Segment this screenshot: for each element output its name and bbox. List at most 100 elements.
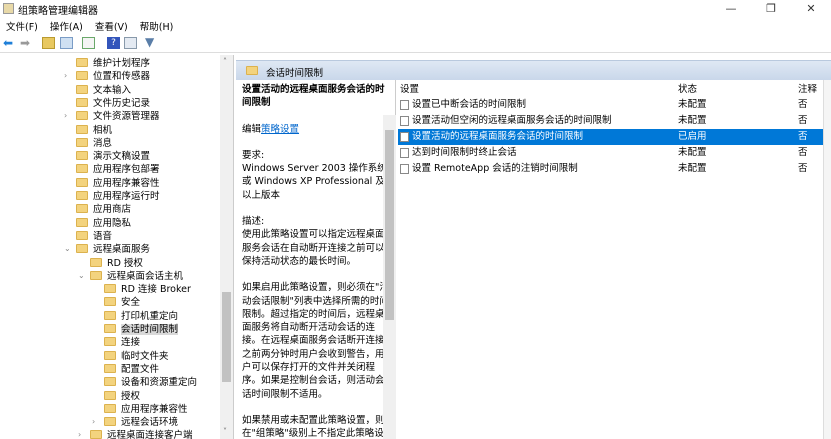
app-icon	[3, 3, 14, 14]
tree-item[interactable]: 文件历史记录	[76, 97, 150, 110]
table-row[interactable]: 设置活动的远程桌面服务会话的时间限制 已启用 否	[398, 129, 825, 145]
setting-comment: 否	[798, 115, 808, 126]
tree-item[interactable]: 设备和资源重定向	[104, 376, 197, 389]
minimize-button[interactable]: —	[711, 0, 751, 17]
tree-item[interactable]: 相机	[76, 124, 112, 137]
scroll-up-icon[interactable]: ˄	[223, 57, 227, 66]
tree-item[interactable]: 演示文稿设置	[76, 150, 150, 163]
folder-icon	[76, 58, 88, 67]
tree-scrollbar-thumb[interactable]	[222, 292, 231, 382]
tree-item[interactable]: 授权	[104, 390, 140, 403]
up-folder-icon[interactable]	[42, 37, 55, 49]
tree-item-label: 设备和资源重定向	[121, 377, 198, 389]
tree-item-label: 打印机重定向	[121, 310, 179, 322]
tree-item[interactable]: 位置和传感器	[76, 70, 150, 83]
tree-item-label: 应用程序包部署	[93, 164, 160, 176]
menu-help[interactable]: 帮助(H)	[134, 17, 180, 35]
export-list-icon[interactable]	[82, 37, 95, 49]
tree-item[interactable]: 应用程序兼容性	[76, 177, 160, 190]
folder-icon	[90, 430, 102, 439]
tree-item[interactable]: 应用隐私	[76, 217, 131, 230]
scroll-down-icon[interactable]: ˅	[223, 427, 227, 436]
table-row[interactable]: 达到时间限制时终止会话 未配置 否	[398, 145, 825, 161]
table-row[interactable]: 设置 RemoteApp 会话的注销时间限制 未配置 否	[398, 161, 825, 177]
folder-icon	[104, 337, 116, 347]
tree-item-label: 应用程序兼容性	[121, 403, 188, 415]
forward-icon[interactable]: ➡	[20, 36, 30, 50]
menu-view[interactable]: 查看(V)	[89, 17, 134, 35]
expand-icon[interactable]: ›	[92, 417, 95, 426]
expand-icon[interactable]: ⌄	[64, 244, 71, 253]
folder-icon	[76, 244, 88, 254]
tree-item[interactable]: 文件资源管理器	[76, 110, 160, 123]
tree-item[interactable]: 应用程序包部署	[76, 163, 160, 176]
tree-item[interactable]: 远程桌面服务	[76, 243, 150, 256]
tree-item[interactable]: 应用商店	[76, 203, 131, 216]
folder-icon	[104, 284, 116, 294]
column-comment[interactable]: 注释	[798, 82, 817, 98]
folder-icon	[76, 204, 88, 214]
tree-item[interactable]: 维护计划程序	[76, 57, 150, 70]
tree-item[interactable]: 打印机重定向	[104, 310, 178, 323]
expand-icon[interactable]: ⌄	[78, 271, 85, 280]
expand-icon[interactable]: ›	[64, 111, 67, 120]
tree-item[interactable]: 语音	[76, 230, 112, 243]
close-button[interactable]: ✕	[791, 0, 831, 17]
tree-item-label: 文件资源管理器	[93, 111, 160, 123]
folder-icon	[104, 403, 116, 413]
show-hide-tree-icon[interactable]	[60, 37, 73, 49]
tree-item[interactable]: 远程桌面连接客户端	[90, 429, 193, 439]
tree-item[interactable]: 配置文件	[104, 363, 159, 376]
tree-item[interactable]: 临时文件夹	[104, 350, 169, 363]
folder-icon	[104, 417, 116, 427]
details-header: 会话时间限制	[236, 60, 831, 80]
list-header: 设置 状态 注释	[398, 82, 825, 98]
tree-item[interactable]: 安全	[104, 296, 140, 309]
expand-icon[interactable]: ›	[64, 71, 67, 80]
filter-icon[interactable]: ▼	[145, 35, 154, 49]
folder-icon	[246, 66, 258, 75]
list-scrollbar[interactable]	[823, 80, 831, 439]
expand-icon[interactable]: ›	[78, 430, 81, 439]
folder-icon	[104, 363, 116, 373]
tree-item[interactable]: RD 授权	[90, 257, 143, 270]
policy-setting-icon	[400, 148, 409, 158]
tree-item[interactable]: 应用程序兼容性	[104, 403, 188, 416]
tree-item-label: 应用程序运行时	[93, 191, 160, 202]
menu-file[interactable]: 文件(F)	[0, 17, 44, 35]
tree-item-label: 消息	[93, 137, 113, 149]
help-icon[interactable]: ?	[107, 37, 120, 49]
tree-item-label: 演示文稿设置	[93, 151, 151, 163]
tree-item[interactable]: 连接	[104, 336, 140, 349]
tree-item[interactable]: 消息	[76, 137, 112, 150]
table-row[interactable]: 设置已中断会话的时间限制 未配置 否	[398, 97, 825, 113]
folder-icon	[76, 71, 88, 81]
folder-icon	[76, 191, 88, 200]
back-icon[interactable]: ⬅	[3, 36, 13, 50]
menu-action[interactable]: 操作(A)	[44, 17, 89, 35]
tree-item[interactable]: 远程会话环境	[104, 416, 178, 429]
folder-icon	[76, 84, 88, 94]
edit-policy-link[interactable]: 策略设置	[261, 124, 299, 135]
column-setting[interactable]: 设置	[400, 82, 419, 98]
description-pane: 设置活动的远程桌面服务会话的时间限制 编辑策略设置 要求: Windows Ser…	[236, 80, 396, 439]
tree-item[interactable]: 会话时间限制	[104, 323, 179, 336]
tree-item[interactable]: 应用程序运行时	[76, 190, 160, 203]
folder-icon	[104, 377, 116, 387]
column-state[interactable]: 状态	[678, 82, 697, 98]
tree-item-label: 授权	[121, 390, 141, 402]
maximize-button[interactable]: ❐	[751, 0, 791, 17]
tree-item-label: 维护计划程序	[93, 58, 151, 69]
tree-item[interactable]: 文本输入	[76, 84, 131, 97]
folder-icon	[104, 310, 116, 320]
description-text: 使用此策略设置可以指定远程桌面服务会话在自动断开连接之前可以保持活动状态的最长时…	[242, 229, 385, 267]
tree-item-label: 远程会话环境	[121, 417, 179, 429]
properties-icon[interactable]	[124, 37, 137, 49]
description-scrollbar-thumb[interactable]	[385, 130, 394, 320]
folder-icon	[104, 350, 116, 360]
table-row[interactable]: 设置活动但空闲的远程桌面服务会话的时间限制 未配置 否	[398, 113, 825, 129]
setting-state: 已启用	[678, 131, 707, 142]
tree-item[interactable]: RD 连接 Broker	[104, 283, 191, 296]
tree-pane: 维护计划程序 › 位置和传感器 文本输入 文件历史记录 › 文件资源管理器 相机 消息演示文稿设…	[0, 55, 234, 439]
tree-item[interactable]: 远程桌面会话主机	[90, 270, 183, 283]
